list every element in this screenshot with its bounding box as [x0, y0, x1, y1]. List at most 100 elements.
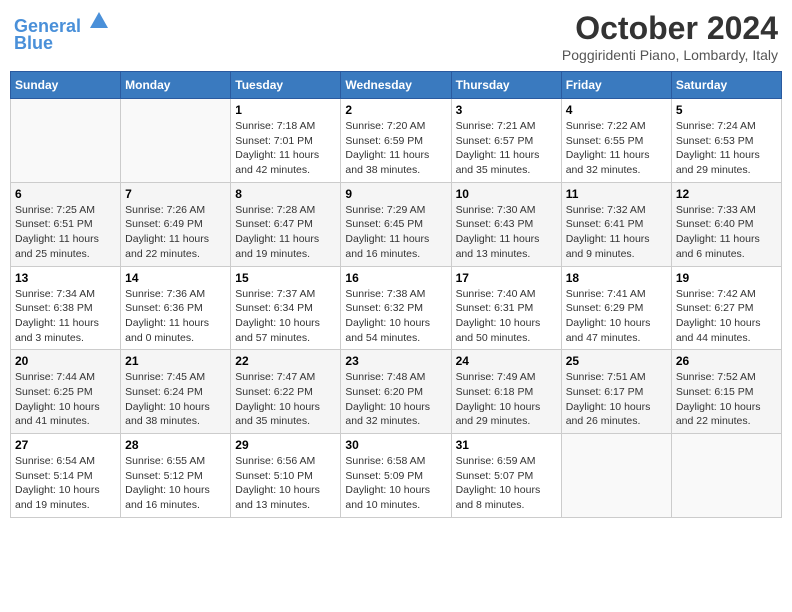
- weekday-header-tuesday: Tuesday: [231, 72, 341, 99]
- day-info: Sunrise: 7:52 AM Sunset: 6:15 PM Dayligh…: [676, 370, 777, 429]
- day-info: Sunrise: 7:49 AM Sunset: 6:18 PM Dayligh…: [456, 370, 557, 429]
- calendar-cell: 22 Sunrise: 7:47 AM Sunset: 6:22 PM Dayli…: [231, 350, 341, 434]
- day-number: 11: [566, 187, 667, 201]
- day-number: 16: [345, 271, 446, 285]
- calendar-cell: 14 Sunrise: 7:36 AM Sunset: 6:36 PM Dayli…: [121, 266, 231, 350]
- day-info: Sunrise: 7:32 AM Sunset: 6:41 PM Dayligh…: [566, 203, 667, 262]
- day-info: Sunrise: 7:48 AM Sunset: 6:20 PM Dayligh…: [345, 370, 446, 429]
- calendar-cell: 24 Sunrise: 7:49 AM Sunset: 6:18 PM Dayli…: [451, 350, 561, 434]
- weekday-header-sunday: Sunday: [11, 72, 121, 99]
- day-info: Sunrise: 7:24 AM Sunset: 6:53 PM Dayligh…: [676, 119, 777, 178]
- location: Poggiridenti Piano, Lombardy, Italy: [562, 47, 778, 63]
- day-info: Sunrise: 7:18 AM Sunset: 7:01 PM Dayligh…: [235, 119, 336, 178]
- day-info: Sunrise: 7:38 AM Sunset: 6:32 PM Dayligh…: [345, 287, 446, 346]
- day-info: Sunrise: 7:30 AM Sunset: 6:43 PM Dayligh…: [456, 203, 557, 262]
- calendar-cell: 25Sunrise: 7:51 AM Sunset: 6:17 PM Dayli…: [561, 350, 671, 434]
- day-number: 1: [235, 103, 336, 117]
- day-info: Sunrise: 7:25 AM Sunset: 6:51 PM Dayligh…: [15, 203, 116, 262]
- day-number: 23: [345, 354, 446, 368]
- calendar-cell: 5 Sunrise: 7:24 AM Sunset: 6:53 PM Daylig…: [671, 99, 781, 183]
- calendar-cell: [11, 99, 121, 183]
- page-header: General Blue October 2024 Poggiridenti P…: [10, 10, 782, 63]
- calendar-cell: 2Sunrise: 7:20 AM Sunset: 6:59 PM Daylig…: [341, 99, 451, 183]
- day-number: 12: [676, 187, 777, 201]
- weekday-header-row: SundayMondayTuesdayWednesdayThursdayFrid…: [11, 72, 782, 99]
- calendar-cell: 28 Sunrise: 6:55 AM Sunset: 5:12 PM Dayli…: [121, 434, 231, 518]
- calendar-cell: 29 Sunrise: 6:56 AM Sunset: 5:10 PM Dayli…: [231, 434, 341, 518]
- day-info: Sunrise: 7:22 AM Sunset: 6:55 PM Dayligh…: [566, 119, 667, 178]
- calendar-cell: 15Sunrise: 7:37 AM Sunset: 6:34 PM Dayli…: [231, 266, 341, 350]
- day-info: Sunrise: 7:44 AM Sunset: 6:25 PM Dayligh…: [15, 370, 116, 429]
- calendar-cell: 27 Sunrise: 6:54 AM Sunset: 5:14 PM Dayli…: [11, 434, 121, 518]
- day-number: 29: [235, 438, 336, 452]
- day-info: Sunrise: 7:41 AM Sunset: 6:29 PM Dayligh…: [566, 287, 667, 346]
- calendar-cell: 21Sunrise: 7:45 AM Sunset: 6:24 PM Dayli…: [121, 350, 231, 434]
- calendar-cell: 13Sunrise: 7:34 AM Sunset: 6:38 PM Dayli…: [11, 266, 121, 350]
- day-number: 20: [15, 354, 116, 368]
- day-info: Sunrise: 7:47 AM Sunset: 6:22 PM Dayligh…: [235, 370, 336, 429]
- weekday-header-wednesday: Wednesday: [341, 72, 451, 99]
- day-info: Sunrise: 7:42 AM Sunset: 6:27 PM Dayligh…: [676, 287, 777, 346]
- day-info: Sunrise: 6:58 AM Sunset: 5:09 PM Dayligh…: [345, 454, 446, 513]
- calendar-cell: [121, 99, 231, 183]
- day-number: 28: [125, 438, 226, 452]
- day-number: 31: [456, 438, 557, 452]
- calendar-cell: 17Sunrise: 7:40 AM Sunset: 6:31 PM Dayli…: [451, 266, 561, 350]
- day-number: 10: [456, 187, 557, 201]
- calendar-cell: 8Sunrise: 7:28 AM Sunset: 6:47 PM Daylig…: [231, 182, 341, 266]
- day-number: 6: [15, 187, 116, 201]
- calendar-cell: 1 Sunrise: 7:18 AM Sunset: 7:01 PM Daylig…: [231, 99, 341, 183]
- day-number: 5: [676, 103, 777, 117]
- calendar-cell: 7 Sunrise: 7:26 AM Sunset: 6:49 PM Daylig…: [121, 182, 231, 266]
- day-number: 3: [456, 103, 557, 117]
- calendar-cell: 20 Sunrise: 7:44 AM Sunset: 6:25 PM Dayli…: [11, 350, 121, 434]
- day-number: 25: [566, 354, 667, 368]
- day-info: Sunrise: 6:59 AM Sunset: 5:07 PM Dayligh…: [456, 454, 557, 513]
- week-row-0: 1 Sunrise: 7:18 AM Sunset: 7:01 PM Daylig…: [11, 99, 782, 183]
- calendar-cell: 10 Sunrise: 7:30 AM Sunset: 6:43 PM Dayli…: [451, 182, 561, 266]
- week-row-2: 13Sunrise: 7:34 AM Sunset: 6:38 PM Dayli…: [11, 266, 782, 350]
- calendar-cell: 6 Sunrise: 7:25 AM Sunset: 6:51 PM Daylig…: [11, 182, 121, 266]
- weekday-header-friday: Friday: [561, 72, 671, 99]
- day-info: Sunrise: 7:37 AM Sunset: 6:34 PM Dayligh…: [235, 287, 336, 346]
- calendar-cell: 30Sunrise: 6:58 AM Sunset: 5:09 PM Dayli…: [341, 434, 451, 518]
- day-info: Sunrise: 6:54 AM Sunset: 5:14 PM Dayligh…: [15, 454, 116, 513]
- day-number: 7: [125, 187, 226, 201]
- day-number: 22: [235, 354, 336, 368]
- day-info: Sunrise: 6:55 AM Sunset: 5:12 PM Dayligh…: [125, 454, 226, 513]
- weekday-header-saturday: Saturday: [671, 72, 781, 99]
- title-block: October 2024 Poggiridenti Piano, Lombard…: [562, 10, 778, 63]
- day-info: Sunrise: 7:26 AM Sunset: 6:49 PM Dayligh…: [125, 203, 226, 262]
- week-row-3: 20 Sunrise: 7:44 AM Sunset: 6:25 PM Dayli…: [11, 350, 782, 434]
- calendar-table: SundayMondayTuesdayWednesdayThursdayFrid…: [10, 71, 782, 518]
- day-info: Sunrise: 7:33 AM Sunset: 6:40 PM Dayligh…: [676, 203, 777, 262]
- logo-icon: [88, 10, 110, 32]
- month-title: October 2024: [562, 10, 778, 47]
- day-number: 18: [566, 271, 667, 285]
- calendar-cell: 12 Sunrise: 7:33 AM Sunset: 6:40 PM Dayli…: [671, 182, 781, 266]
- day-info: Sunrise: 7:20 AM Sunset: 6:59 PM Dayligh…: [345, 119, 446, 178]
- day-info: Sunrise: 7:28 AM Sunset: 6:47 PM Dayligh…: [235, 203, 336, 262]
- day-number: 14: [125, 271, 226, 285]
- calendar-cell: 19Sunrise: 7:42 AM Sunset: 6:27 PM Dayli…: [671, 266, 781, 350]
- day-number: 26: [676, 354, 777, 368]
- calendar-cell: [671, 434, 781, 518]
- day-number: 4: [566, 103, 667, 117]
- logo: General Blue: [14, 10, 110, 54]
- calendar-body: 1 Sunrise: 7:18 AM Sunset: 7:01 PM Daylig…: [11, 99, 782, 518]
- day-number: 9: [345, 187, 446, 201]
- calendar-cell: 31 Sunrise: 6:59 AM Sunset: 5:07 PM Dayli…: [451, 434, 561, 518]
- day-info: Sunrise: 6:56 AM Sunset: 5:10 PM Dayligh…: [235, 454, 336, 513]
- day-info: Sunrise: 7:34 AM Sunset: 6:38 PM Dayligh…: [15, 287, 116, 346]
- day-info: Sunrise: 7:29 AM Sunset: 6:45 PM Dayligh…: [345, 203, 446, 262]
- day-number: 27: [15, 438, 116, 452]
- calendar-header: SundayMondayTuesdayWednesdayThursdayFrid…: [11, 72, 782, 99]
- calendar-cell: 18 Sunrise: 7:41 AM Sunset: 6:29 PM Dayli…: [561, 266, 671, 350]
- calendar-cell: 26 Sunrise: 7:52 AM Sunset: 6:15 PM Dayli…: [671, 350, 781, 434]
- week-row-4: 27 Sunrise: 6:54 AM Sunset: 5:14 PM Dayli…: [11, 434, 782, 518]
- day-number: 24: [456, 354, 557, 368]
- day-info: Sunrise: 7:21 AM Sunset: 6:57 PM Dayligh…: [456, 119, 557, 178]
- weekday-header-thursday: Thursday: [451, 72, 561, 99]
- day-number: 17: [456, 271, 557, 285]
- day-info: Sunrise: 7:36 AM Sunset: 6:36 PM Dayligh…: [125, 287, 226, 346]
